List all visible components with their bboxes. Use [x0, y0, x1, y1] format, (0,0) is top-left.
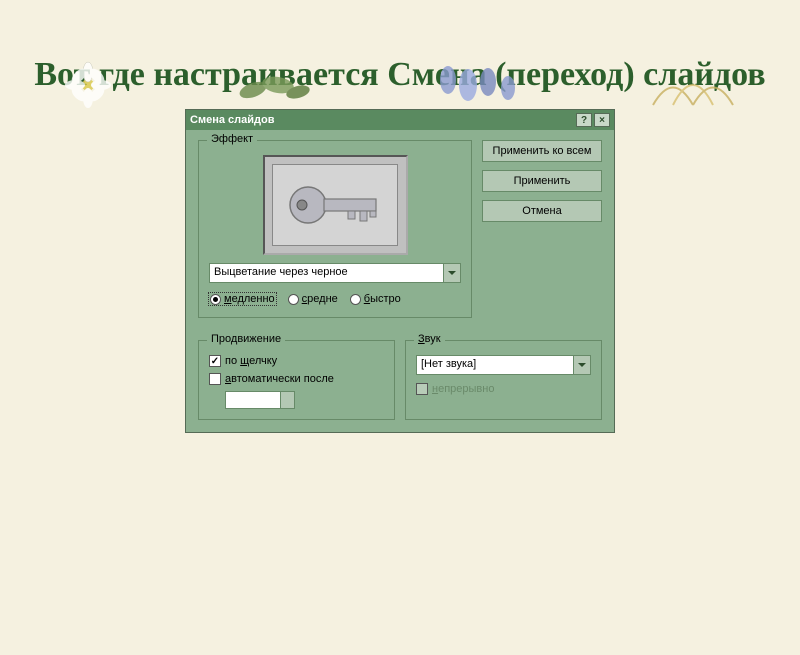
- loop-label: непрерывно: [432, 383, 494, 395]
- sound-combo-value: [Нет звука]: [416, 355, 573, 375]
- checkbox-icon: [416, 383, 428, 395]
- loop-checkbox: непрерывно: [416, 383, 591, 395]
- apply-button[interactable]: Применить: [482, 170, 602, 192]
- cancel-button[interactable]: Отмена: [482, 200, 602, 222]
- sound-combo[interactable]: [Нет звука]: [416, 355, 591, 375]
- effect-group-label: Эффект: [207, 133, 257, 145]
- checkbox-icon: [209, 373, 221, 385]
- apply-all-button[interactable]: Применить ко всем: [482, 140, 602, 162]
- speed-medium-radio[interactable]: средне: [288, 293, 338, 305]
- dialog-titlebar: Смена слайдов ? ×: [186, 110, 614, 130]
- slide-transition-dialog: Смена слайдов ? × Эффект: [185, 109, 615, 433]
- close-button[interactable]: ×: [594, 113, 610, 127]
- checkbox-icon: ✓: [209, 355, 221, 367]
- key-icon: [280, 175, 390, 235]
- sound-combo-button[interactable]: [573, 355, 591, 375]
- speed-fast-radio[interactable]: быстро: [350, 293, 401, 305]
- effect-combo-value: Выцветание через черное: [209, 263, 443, 283]
- on-click-label: по щелчку: [225, 355, 277, 367]
- auto-after-input[interactable]: [225, 391, 295, 409]
- auto-after-label: автоматически после: [225, 373, 334, 385]
- sound-group-label: Звук: [414, 333, 445, 345]
- chevron-down-icon: [448, 271, 456, 275]
- help-button[interactable]: ?: [576, 113, 592, 127]
- advance-group-label: Продвижение: [207, 333, 285, 345]
- page-title: Вот где настраивается Смена (переход) сл…: [20, 55, 780, 94]
- on-click-checkbox[interactable]: ✓ по щелчку: [209, 355, 384, 367]
- advance-group: Продвижение ✓ по щелчку автоматически по…: [198, 340, 395, 420]
- speed-slow-label: медленно: [224, 293, 275, 305]
- effect-preview: [263, 155, 408, 255]
- speed-slow-radio[interactable]: медленно: [209, 293, 276, 305]
- dialog-title: Смена слайдов: [190, 114, 274, 126]
- chevron-down-icon: [578, 363, 586, 367]
- effect-combo-button[interactable]: [443, 263, 461, 283]
- spinner-buttons[interactable]: [280, 392, 294, 408]
- speed-radio-group: медленно средне быстро: [209, 291, 461, 307]
- speed-medium-label: средне: [302, 293, 338, 305]
- speed-fast-label: быстро: [364, 293, 401, 305]
- auto-after-checkbox[interactable]: автоматически после: [209, 373, 384, 385]
- effect-combo[interactable]: Выцветание через черное: [209, 263, 461, 283]
- sound-group: Звук [Нет звука] непрерывно: [405, 340, 602, 420]
- effect-group: Эффект Выцветание через: [198, 140, 472, 318]
